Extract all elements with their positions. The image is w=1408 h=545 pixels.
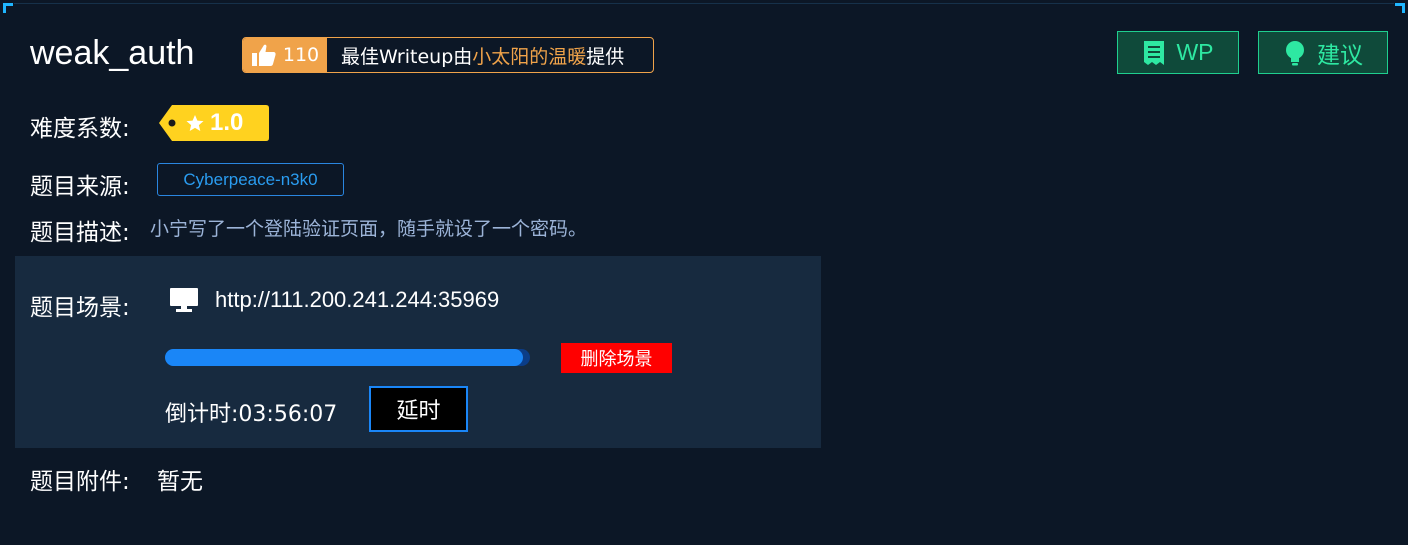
- corner-decoration-right: [1395, 3, 1405, 13]
- suggest-button[interactable]: 建议: [1258, 31, 1388, 74]
- scene-progress-bar: [165, 349, 530, 366]
- like-count: 110: [282, 44, 320, 66]
- source-tag[interactable]: Cyberpeace-n3k0: [157, 163, 344, 196]
- writeup-prefix: 最佳Writeup由: [341, 45, 473, 68]
- delay-button[interactable]: 延时: [369, 386, 468, 432]
- scene-url-link[interactable]: http://111.200.241.244:35969: [215, 287, 499, 313]
- scene-panel: 题目场景: http://111.200.241.244:35969 删除场景 …: [15, 256, 821, 448]
- countdown: 倒计时:03:56:07: [165, 396, 337, 428]
- writeup-author[interactable]: 小太阳的温暖: [472, 46, 586, 68]
- difficulty-label: 难度系数:: [30, 116, 130, 142]
- description-text: 小宁写了一个登陆验证页面，随手就设了一个密码。: [150, 218, 588, 240]
- challenge-panel: weak_auth 110 最佳Writeup由小太阳的温暖提供 WP 建议 难…: [0, 0, 1408, 545]
- wp-button[interactable]: WP: [1117, 31, 1239, 74]
- challenge-title: weak_auth: [30, 34, 195, 72]
- difficulty-tag: 1.0: [158, 104, 270, 142]
- corner-decoration-left: [3, 3, 13, 13]
- source-label: 题目来源:: [30, 174, 130, 200]
- attachment-value: 暂无: [157, 469, 203, 495]
- monitor-icon: [170, 288, 198, 312]
- lightbulb-icon: [1286, 40, 1304, 65]
- countdown-value: 03:56:07: [238, 402, 338, 427]
- scene-progress-fill: [165, 349, 523, 366]
- thumbs-up-icon: [251, 44, 276, 66]
- document-icon: [1144, 40, 1165, 65]
- difficulty-value: 1.0: [210, 109, 244, 136]
- writeup-suffix: 提供: [586, 45, 625, 68]
- like-badge[interactable]: 110: [243, 38, 327, 72]
- countdown-label: 倒计时:: [165, 402, 239, 427]
- description-label: 题目描述:: [30, 220, 130, 246]
- scene-label: 题目场景:: [30, 295, 130, 321]
- top-border-line: [14, 3, 1394, 4]
- suggest-button-label: 建议: [1317, 41, 1363, 68]
- wp-button-label: WP: [1176, 39, 1214, 65]
- attachment-label: 题目附件:: [30, 469, 130, 495]
- writeup-credit: 最佳Writeup由小太阳的温暖提供: [327, 42, 624, 69]
- writeup-info[interactable]: 110 最佳Writeup由小太阳的温暖提供: [242, 37, 654, 73]
- delete-scene-button[interactable]: 删除场景: [561, 343, 672, 373]
